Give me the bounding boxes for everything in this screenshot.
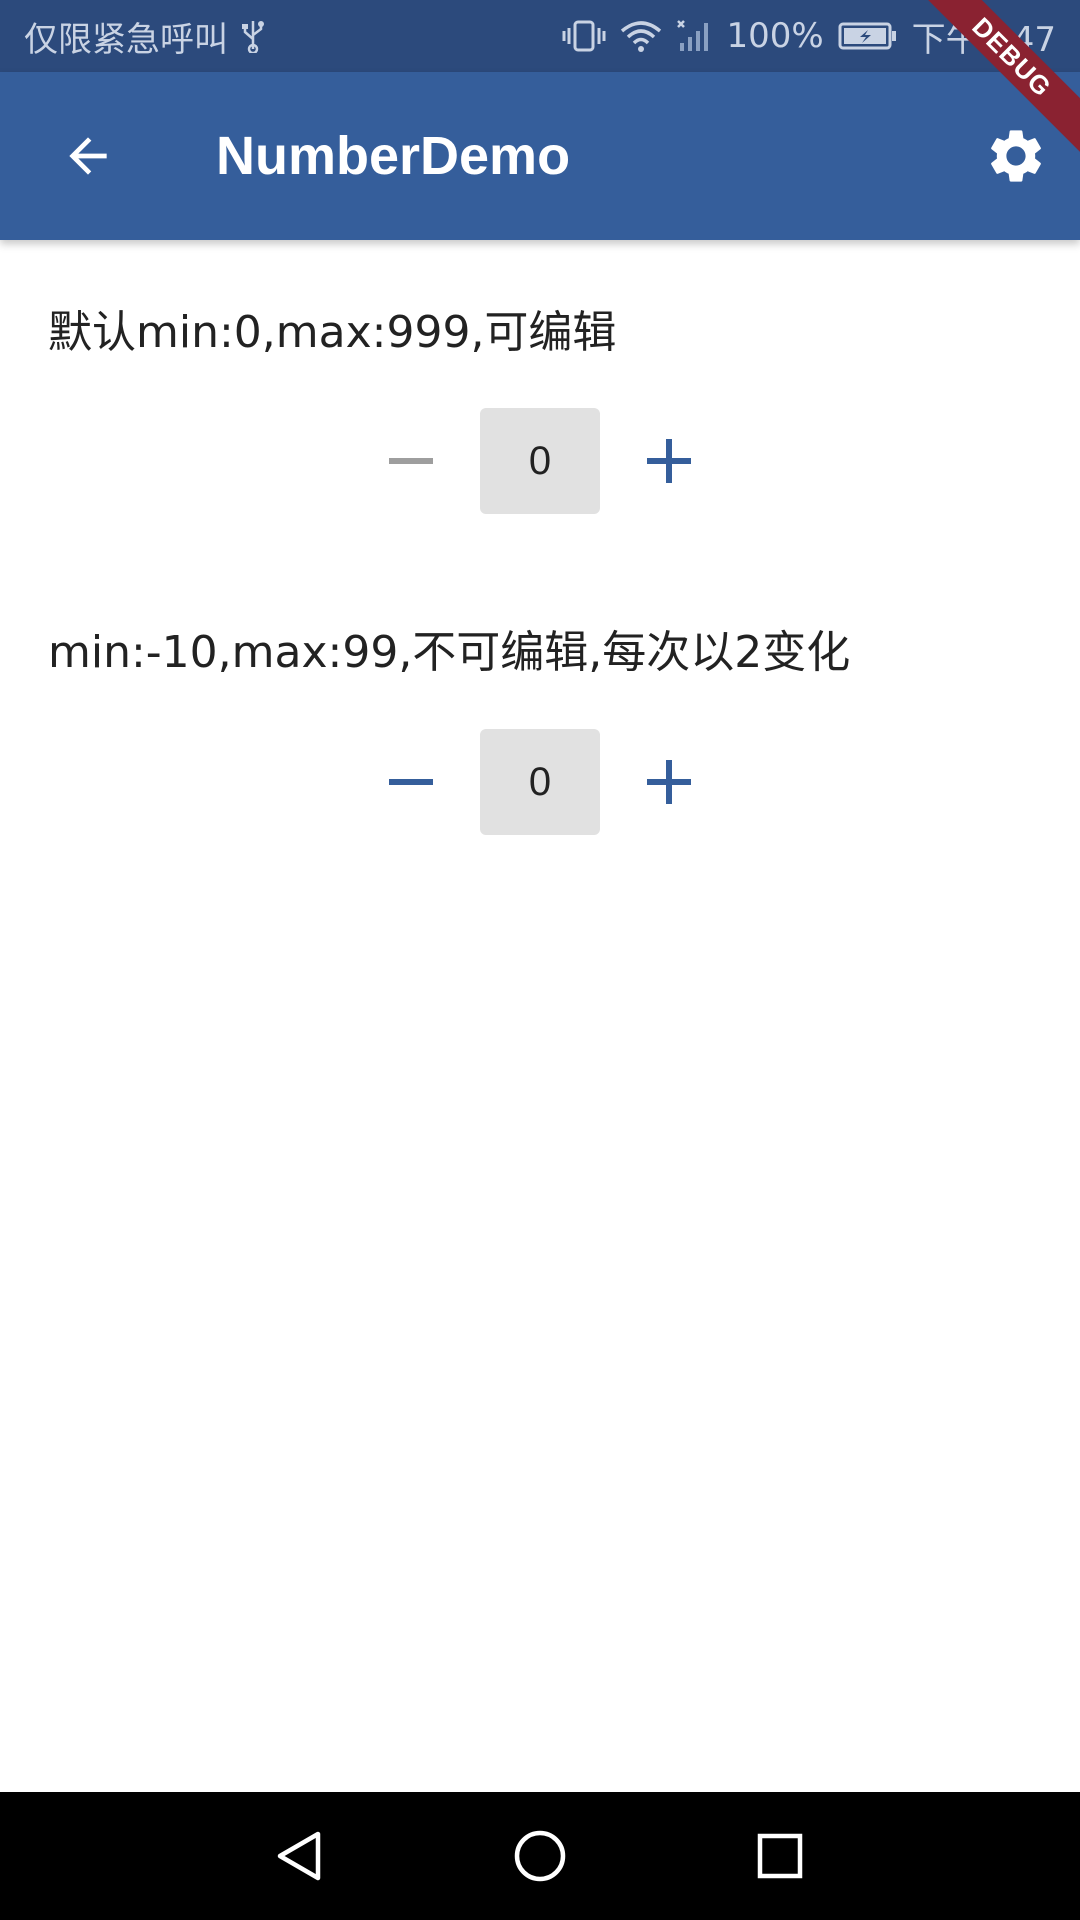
square-recents-icon xyxy=(757,1833,803,1879)
battery-percent: 100% xyxy=(726,16,824,56)
carrier-text: 仅限紧急呼叫 xyxy=(24,19,228,60)
increment-button[interactable] xyxy=(614,408,724,514)
decrement-button[interactable] xyxy=(356,729,466,835)
signal-icon xyxy=(676,19,712,53)
status-left: 仅限紧急呼叫 xyxy=(24,0,266,72)
nav-recents-button[interactable] xyxy=(732,1816,828,1896)
plus-icon xyxy=(647,760,691,804)
screen: 仅限紧急呼叫 100% DEBUG NumberDemo 默认min:0,max… xyxy=(0,0,1080,1920)
nav-back-button[interactable] xyxy=(252,1816,348,1896)
status-bar: 仅限紧急呼叫 100% xyxy=(0,0,1080,72)
system-nav-bar xyxy=(0,1792,1080,1920)
minus-icon xyxy=(389,458,433,464)
arrow-back-icon xyxy=(69,137,107,175)
increment-button[interactable] xyxy=(614,729,724,835)
battery-icon xyxy=(838,21,898,51)
circle-home-icon xyxy=(514,1830,566,1882)
quantity-stepper-1: 0 xyxy=(0,408,1080,514)
stepper-value-field[interactable]: 0 xyxy=(480,408,600,514)
gear-icon xyxy=(991,130,1041,182)
usb-icon xyxy=(240,19,266,53)
wifi-icon xyxy=(620,19,662,53)
stepper-2-label: min:-10,max:99,不可编辑,每次以2变化 xyxy=(48,627,851,678)
decrement-button[interactable] xyxy=(356,408,466,514)
page-title: NumberDemo xyxy=(216,126,571,186)
vibrate-icon xyxy=(562,19,606,53)
app-bar: NumberDemo xyxy=(0,72,1080,240)
stepper-1-label: 默认min:0,max:999,可编辑 xyxy=(48,307,617,358)
triangle-back-icon xyxy=(277,1831,321,1881)
minus-icon xyxy=(389,779,433,785)
quantity-stepper-2: 0 xyxy=(0,729,1080,835)
plus-icon xyxy=(647,439,691,483)
nav-home-button[interactable] xyxy=(492,1816,588,1896)
stepper-value-display: 0 xyxy=(480,729,600,835)
back-button[interactable] xyxy=(40,108,136,204)
